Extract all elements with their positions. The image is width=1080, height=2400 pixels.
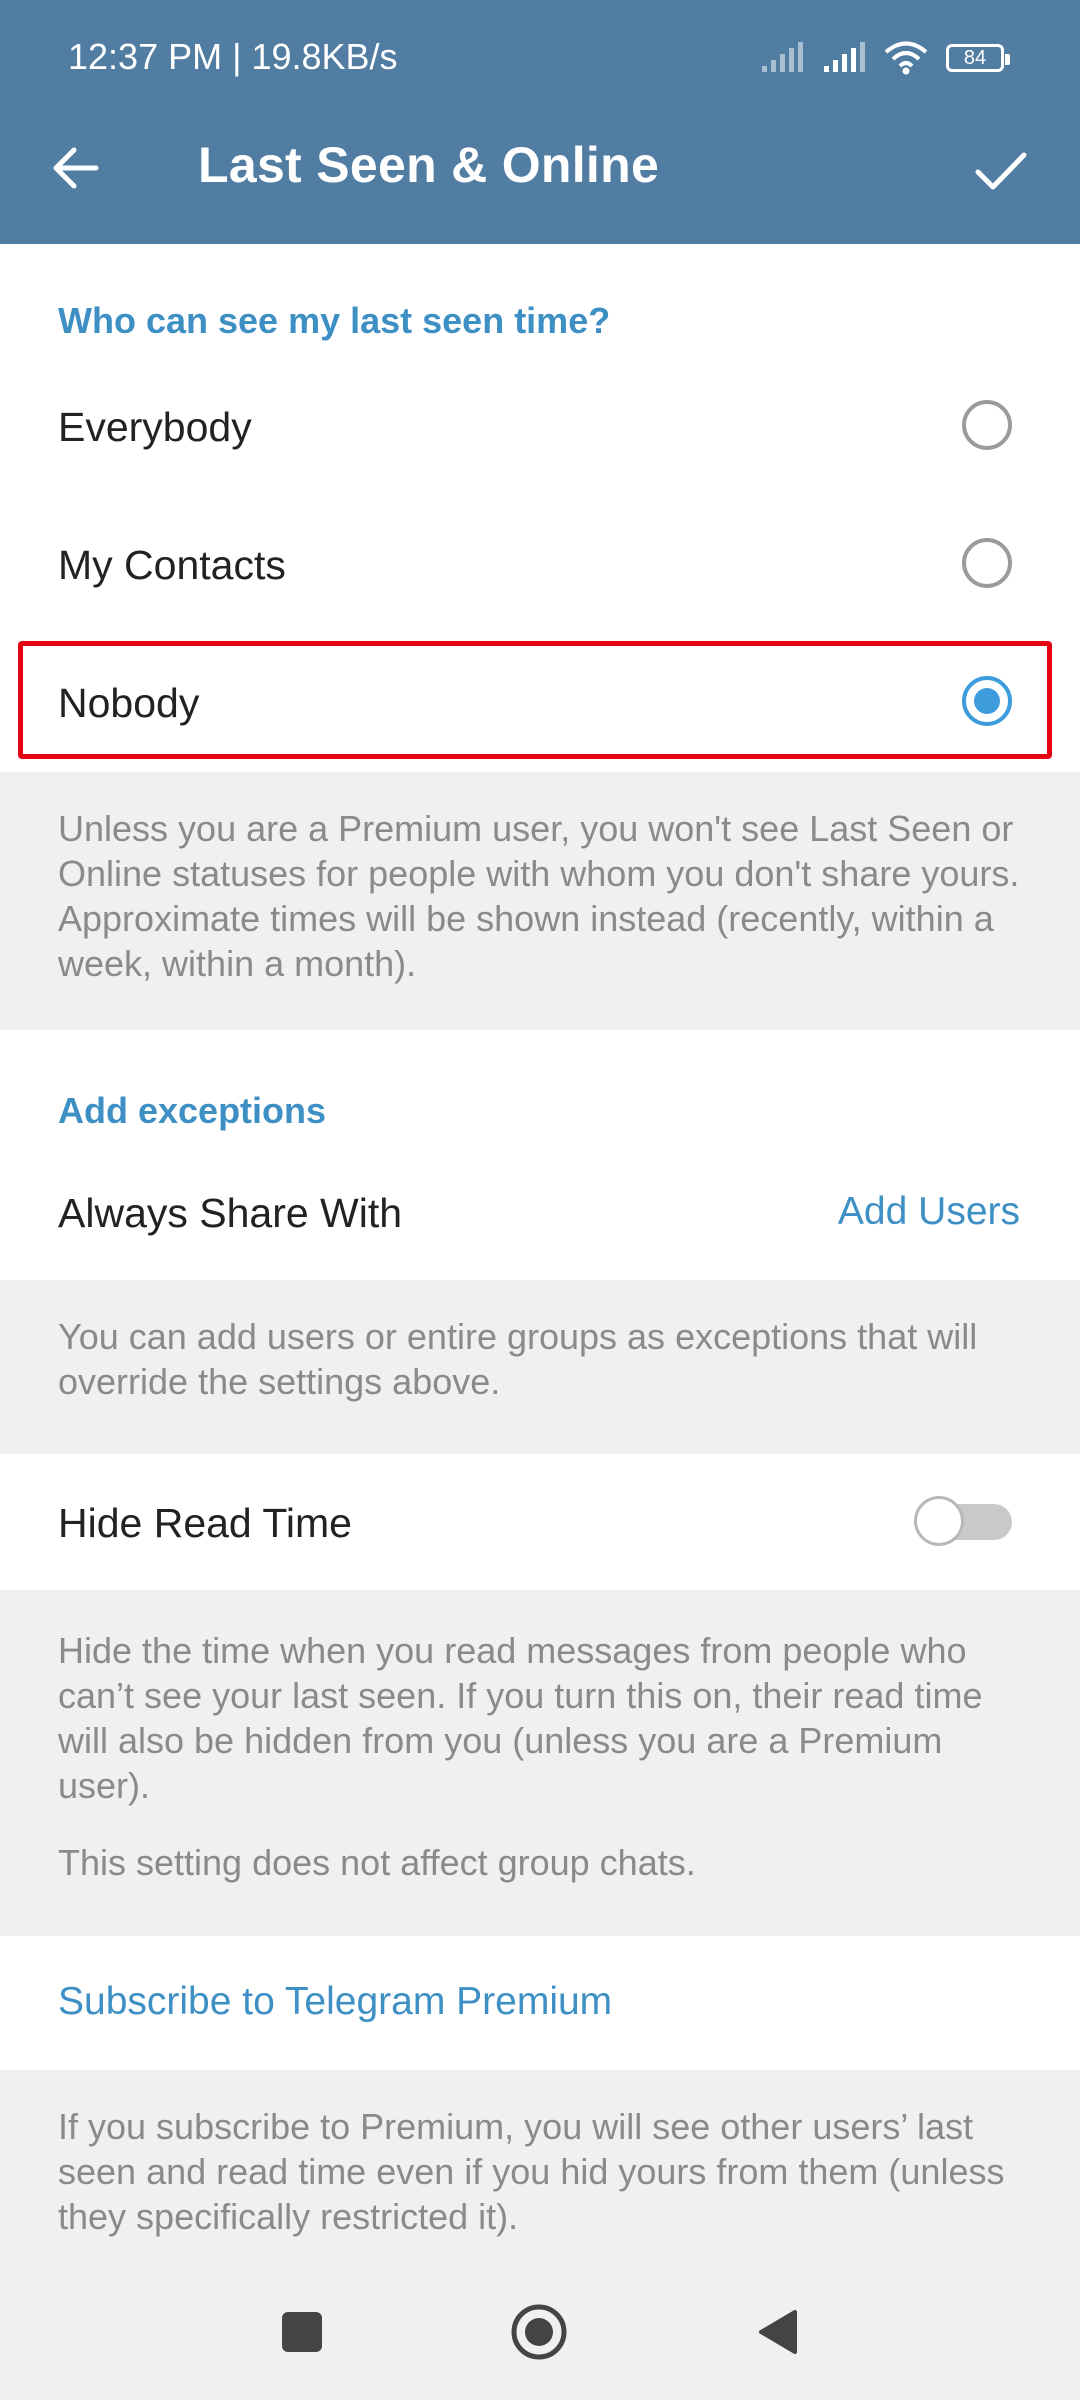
home-button[interactable]: [504, 2297, 574, 2367]
signal-icon: [762, 42, 803, 72]
done-button[interactable]: [966, 136, 1036, 206]
radio-everybody[interactable]: [962, 400, 1012, 450]
status-time: 12:37 PM | 19.8KB/s: [68, 36, 398, 77]
wifi-icon: [884, 41, 928, 75]
last-seen-info-block: Unless you are a Premium user, you won't…: [0, 772, 1080, 1030]
system-back-button[interactable]: [742, 2297, 812, 2367]
highlight-annotation: [18, 641, 1052, 759]
exceptions-section-label: Add exceptions: [58, 1090, 327, 1131]
subscribe-premium-row[interactable]: Subscribe to Telegram Premium: [0, 1936, 1080, 2070]
checkmark-icon: [975, 152, 1027, 190]
recents-button[interactable]: [267, 2297, 337, 2367]
battery-icon: 84: [946, 44, 1010, 72]
option-everybody[interactable]: Everybody: [0, 358, 1080, 496]
exceptions-info-text: You can add users or entire groups as ex…: [58, 1316, 978, 1402]
hide-read-time-info-text: Hide the time when you read messages fro…: [58, 1630, 983, 1806]
page-title: Last Seen & Online: [198, 137, 660, 193]
signal-icon: [824, 42, 865, 72]
back-button[interactable]: [46, 138, 106, 198]
back-arrow-icon: [53, 147, 99, 189]
always-share-row[interactable]: Always Share With Add Users: [0, 1148, 1080, 1280]
hide-read-time-info-note: This setting does not affect group chats…: [58, 1842, 696, 1883]
add-users-link[interactable]: Add Users: [838, 1190, 1020, 1234]
premium-info-text: If you subscribe to Premium, you will se…: [58, 2106, 1005, 2237]
subscribe-premium-link[interactable]: Subscribe to Telegram Premium: [58, 1980, 612, 2024]
back-triangle-icon: [759, 2310, 797, 2354]
option-my-contacts[interactable]: My Contacts: [0, 496, 1080, 634]
premium-info-block: If you subscribe to Premium, you will se…: [0, 2070, 1080, 2264]
hide-read-time-label: Hide Read Time: [58, 1500, 352, 1546]
app-header: 12:37 PM | 19.8KB/s 84 Last Seen & Onlin…: [0, 0, 1080, 244]
radio-my-contacts[interactable]: [962, 538, 1012, 588]
always-share-label: Always Share With: [58, 1190, 403, 1236]
option-label: Everybody: [58, 404, 252, 450]
last-seen-section-label: Who can see my last seen time?: [58, 300, 611, 341]
last-seen-info-text: Unless you are a Premium user, you won't…: [58, 808, 1020, 984]
toggle-knob[interactable]: [914, 1496, 964, 1546]
square-icon: [282, 2312, 322, 2352]
hide-read-time-info-block: Hide the time when you read messages fro…: [0, 1590, 1080, 1936]
status-icons: 84: [760, 38, 1010, 78]
option-label: My Contacts: [58, 542, 286, 588]
exceptions-info-block: You can add users or entire groups as ex…: [0, 1280, 1080, 1454]
home-circle-icon: [511, 2304, 567, 2360]
system-navbar: [0, 2264, 1080, 2400]
